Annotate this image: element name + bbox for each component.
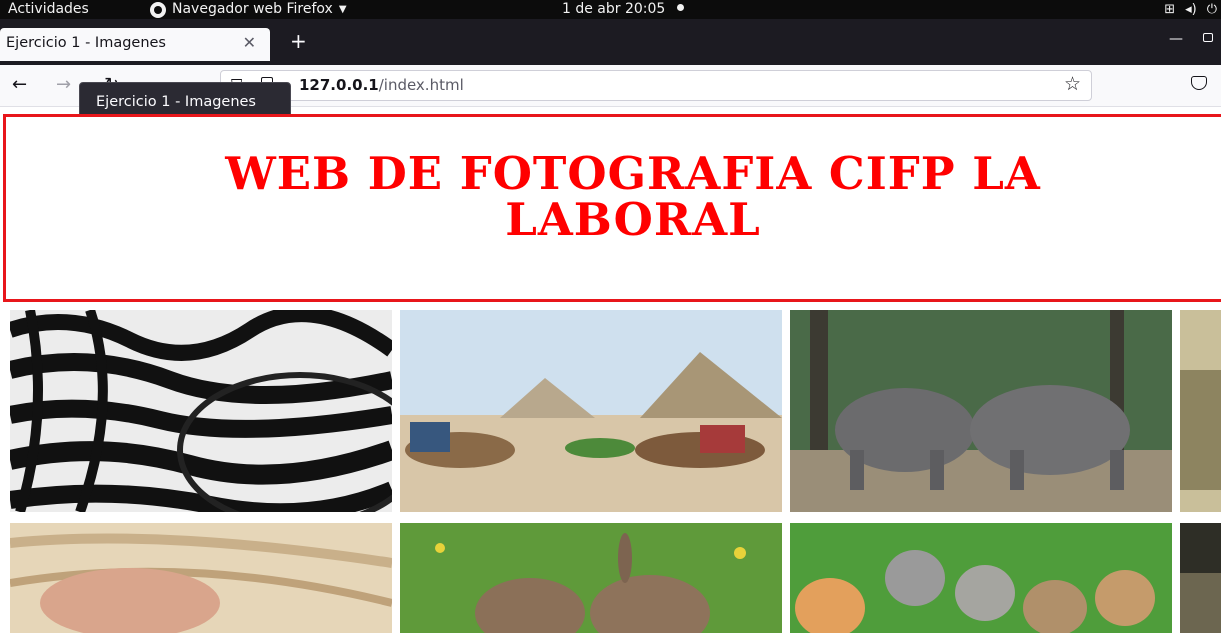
gallery-image-elephants: [790, 310, 1172, 512]
notification-dot-icon: [677, 4, 685, 11]
close-icon[interactable]: ✕: [243, 33, 256, 52]
url-text[interactable]: 127.0.0.1/index.html: [299, 76, 464, 94]
gallery-image-camels-pyramids: [400, 310, 782, 512]
bookmark-star-icon[interactable]: ☆: [1064, 73, 1081, 95]
gallery-image-hand-fur: [10, 523, 392, 633]
app-menu[interactable]: Navegador web Firefox ▼: [150, 0, 347, 19]
gallery-image-kittens: [790, 523, 1172, 633]
minimize-button[interactable]: —: [1169, 31, 1183, 47]
power-icon: ⏻: [1206, 2, 1217, 17]
clock[interactable]: 1 de abr 20:05: [562, 0, 685, 19]
pocket-icon[interactable]: [1191, 76, 1207, 90]
app-menu-label: Navegador web Firefox: [172, 1, 333, 17]
url-host: 127.0.0.1: [299, 76, 379, 94]
restore-button[interactable]: [1203, 33, 1213, 42]
new-tab-button[interactable]: +: [290, 29, 307, 53]
network-icon: ⊞: [1164, 2, 1176, 17]
activities-button[interactable]: Actividades: [8, 0, 89, 19]
gallery-image-rabbits: [400, 523, 782, 633]
chevron-down-icon: ▼: [338, 4, 347, 15]
system-tray[interactable]: ⊞ ◂) ⏻: [1164, 0, 1217, 19]
url-path: /index.html: [378, 76, 464, 94]
tab-ejercicio-1[interactable]: Ejercicio 1 - Imagenes ✕: [0, 28, 270, 61]
volume-icon: ◂): [1185, 2, 1197, 17]
tab-title: Ejercicio 1 - Imagenes: [6, 35, 166, 51]
back-button[interactable]: ←: [12, 74, 27, 95]
page-title: WEB DE FOTOGRAFIA CIFP LA LABORAL: [6, 151, 1221, 243]
page-header: WEB DE FOTOGRAFIA CIFP LA LABORAL: [3, 114, 1221, 302]
clock-label: 1 de abr 20:05: [562, 1, 666, 17]
url-bar[interactable]: ⛉ 127.0.0.1/index.html ☆: [220, 70, 1092, 101]
gallery-image-partial-2: [1180, 523, 1221, 633]
forward-button[interactable]: →: [56, 74, 71, 95]
tab-strip: Ejercicio 1 - Imagenes ✕ + —: [0, 19, 1221, 65]
gallery-image-zebras: [10, 310, 392, 512]
page-title-line-2: LABORAL: [505, 193, 761, 246]
gallery-image-partial: [1180, 310, 1221, 512]
firefox-icon: [150, 1, 166, 18]
system-top-bar: Actividades Navegador web Firefox ▼ 1 de…: [0, 0, 1221, 19]
